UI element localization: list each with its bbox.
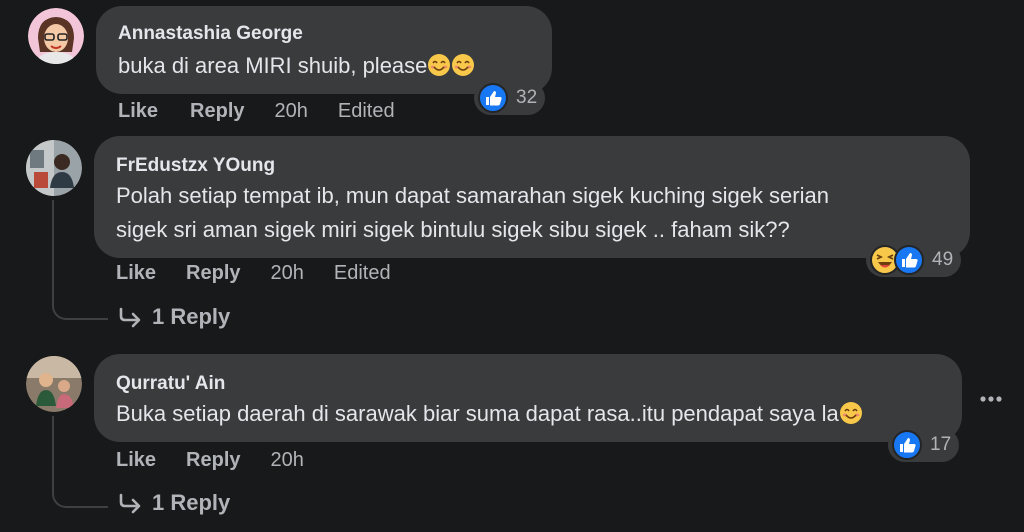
comment-text-line: sigek sri aman sigek miri sigek bintulu … xyxy=(116,217,790,242)
like-button[interactable]: Like xyxy=(116,262,156,285)
comment-author[interactable]: FrEdustzx YOung xyxy=(116,155,275,177)
like-reaction-icon xyxy=(894,245,924,275)
avatar-image xyxy=(26,356,82,412)
reaction-count: 17 xyxy=(930,434,952,455)
comment-text: buka di area MIRI shuib, please xyxy=(118,48,475,84)
smiling-face-emoji xyxy=(839,402,862,424)
avatar-fredustzx[interactable] xyxy=(26,140,82,196)
smiling-face-emoji xyxy=(428,54,451,76)
comment-actions: Like Reply 20h Edited xyxy=(116,262,391,285)
comment-text-body: buka di area MIRI shuib, please xyxy=(118,53,428,78)
comment-actions: Like Reply 20h xyxy=(116,449,304,472)
avatar-image xyxy=(28,8,84,64)
comment-text-body: Buka setiap daerah di sarawak biar suma … xyxy=(116,401,839,426)
like-button[interactable]: Like xyxy=(116,449,156,472)
view-replies-button[interactable]: 1 Reply xyxy=(118,304,230,330)
reply-button[interactable]: Reply xyxy=(190,100,244,123)
reaction-summary[interactable]: 32 xyxy=(474,81,546,115)
avatar-image xyxy=(26,140,82,196)
comment-actions: Like Reply 20h Edited xyxy=(118,100,395,123)
avatar-qurratu[interactable] xyxy=(26,356,82,412)
like-reaction-icon xyxy=(478,83,508,113)
comment-text: Buka setiap daerah di sarawak biar suma … xyxy=(116,396,863,432)
comment-text-line: Polah setiap tempat ib, mun dapat samara… xyxy=(116,183,829,208)
like-reaction-icon xyxy=(892,430,922,460)
reaction-summary[interactable]: 49 xyxy=(866,243,962,277)
view-replies-label: 1 Reply xyxy=(152,490,231,515)
reply-button[interactable]: Reply xyxy=(186,262,240,285)
smiling-face-emoji xyxy=(452,54,475,76)
reply-arrow-icon xyxy=(119,493,141,514)
reaction-summary[interactable]: 17 xyxy=(888,428,960,462)
comment-timestamp[interactable]: 20h xyxy=(271,449,304,472)
reaction-count: 49 xyxy=(932,249,954,270)
avatar-annastashia[interactable] xyxy=(28,8,84,64)
view-replies-button[interactable]: 1 Reply xyxy=(118,490,230,516)
comment-author[interactable]: Qurratu' Ain xyxy=(116,373,225,395)
reply-button[interactable]: Reply xyxy=(186,449,240,472)
more-options-icon xyxy=(980,396,1002,402)
edited-label: Edited xyxy=(337,100,395,122)
comment-author[interactable]: Annastashia George xyxy=(118,23,303,45)
view-replies-label: 1 Reply xyxy=(152,304,231,329)
like-button[interactable]: Like xyxy=(118,100,158,123)
comment-timestamp[interactable]: 20h xyxy=(271,262,304,285)
comment-timestamp[interactable]: 20h xyxy=(275,100,308,123)
reply-arrow-icon xyxy=(119,307,141,328)
more-options-button[interactable] xyxy=(978,386,1004,412)
edited-label: Edited xyxy=(333,262,391,284)
reaction-count: 32 xyxy=(516,87,538,108)
